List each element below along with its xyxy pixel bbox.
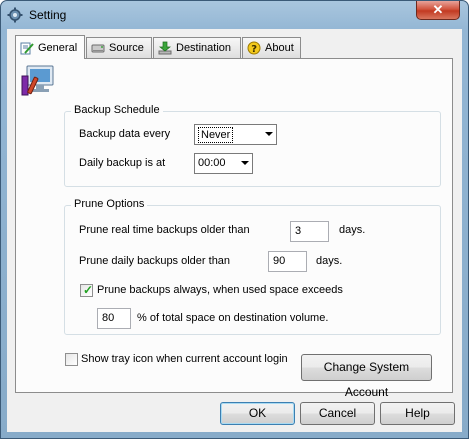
dialog-client-area: General Source Destination ? About Backu… bbox=[7, 29, 462, 432]
tab-general[interactable]: General bbox=[15, 35, 85, 59]
backup-schedule-group: Backup Schedule Backup data every Never … bbox=[64, 104, 441, 187]
prune-realtime-unit: days. bbox=[339, 224, 366, 236]
download-arrow-icon bbox=[158, 41, 172, 55]
prune-daily-label: Prune daily backups older than bbox=[79, 255, 231, 267]
help-button[interactable]: Help bbox=[380, 402, 455, 425]
prune-daily-unit: days. bbox=[316, 255, 343, 267]
tab-label: Destination bbox=[176, 42, 232, 54]
settings-window: Setting ✕ General Source Destination ? A… bbox=[0, 0, 469, 439]
gear-icon bbox=[7, 7, 23, 23]
daily-backup-time-select[interactable]: 00:00 bbox=[194, 153, 253, 174]
tab-label: Source bbox=[109, 42, 144, 54]
tab-about[interactable]: ? About bbox=[242, 37, 301, 58]
prune-realtime-label: Prune real time backups older than bbox=[79, 224, 250, 236]
pen-document-icon bbox=[20, 42, 34, 54]
window-title: Setting bbox=[29, 8, 67, 22]
daily-backup-time-value: 00:00 bbox=[198, 157, 226, 169]
prune-options-title: Prune Options bbox=[71, 198, 148, 210]
prune-daily-days-input[interactable]: 90 bbox=[268, 251, 307, 272]
prune-realtime-days-value: 3 bbox=[295, 225, 302, 237]
chevron-down-icon bbox=[265, 132, 273, 136]
prune-percent-input[interactable]: 80 bbox=[97, 308, 131, 329]
svg-text:?: ? bbox=[251, 44, 257, 55]
show-tray-icon-label[interactable]: Show tray icon when current account logi… bbox=[81, 353, 288, 365]
backup-every-label: Backup data every bbox=[79, 128, 171, 140]
prune-percent-label: % of total space on destination volume. bbox=[137, 312, 329, 324]
close-icon: ✕ bbox=[432, 2, 444, 17]
change-system-account-button[interactable]: Change System Account bbox=[301, 354, 432, 399]
help-icon: ? bbox=[247, 41, 261, 55]
prune-always-label[interactable]: Prune backups always, when used space ex… bbox=[97, 284, 343, 296]
title-bar[interactable]: Setting ✕ bbox=[1, 1, 468, 29]
backup-every-select[interactable]: Never bbox=[194, 124, 277, 145]
tab-destination[interactable]: Destination bbox=[153, 37, 241, 58]
drive-icon bbox=[91, 44, 105, 53]
general-tab-panel: Backup Schedule Backup data every Never … bbox=[15, 58, 453, 393]
prune-daily-days-value: 90 bbox=[273, 255, 286, 267]
backup-every-value: Never bbox=[198, 127, 234, 143]
close-button[interactable]: ✕ bbox=[416, 1, 460, 20]
tab-source[interactable]: Source bbox=[86, 37, 152, 58]
computer-settings-icon bbox=[21, 65, 54, 96]
cancel-button[interactable]: Cancel bbox=[300, 402, 375, 425]
tab-label: General bbox=[38, 41, 78, 54]
backup-schedule-title: Backup Schedule bbox=[71, 104, 163, 116]
show-tray-icon-checkbox[interactable] bbox=[65, 353, 78, 366]
prune-options-group: Prune Options Prune real time backups ol… bbox=[64, 198, 441, 335]
prune-realtime-days-input[interactable]: 3 bbox=[290, 221, 329, 242]
chevron-down-icon bbox=[241, 161, 249, 165]
prune-always-checkbox[interactable]: ✓ bbox=[80, 283, 94, 297]
tab-label: About bbox=[265, 42, 294, 54]
checkmark-icon: ✓ bbox=[83, 283, 94, 297]
prune-percent-value: 80 bbox=[102, 312, 115, 324]
ok-button[interactable]: OK bbox=[220, 402, 295, 425]
daily-backup-label: Daily backup is at bbox=[79, 157, 166, 169]
